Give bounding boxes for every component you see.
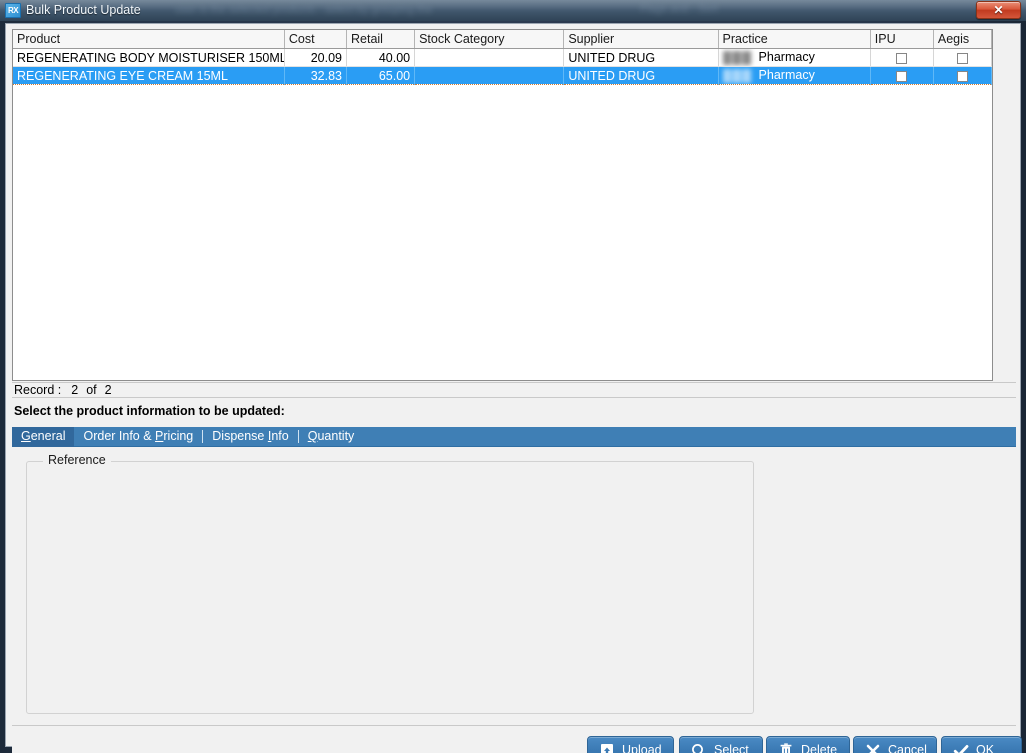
- magnifier-icon: [690, 742, 708, 753]
- cell-supplier: UNITED DRUG: [563, 48, 719, 67]
- window-client-area: Product Cost Retail Stock Category Suppl…: [5, 23, 1022, 753]
- redacted-practice-text: ███: [722, 50, 753, 65]
- aegis-checkbox[interactable]: [956, 52, 968, 64]
- window-titlebar: user is the selected products - select b…: [0, 0, 1026, 21]
- upload-button-label: Upload: [622, 743, 662, 753]
- record-current: 2: [71, 383, 79, 397]
- cell-supplier: UNITED DRUG: [563, 66, 719, 85]
- trash-icon: [777, 742, 795, 753]
- table-row[interactable]: REGENERATING EYE CREAM 15ML 32.83 65.00 …: [13, 66, 992, 85]
- cell-practice: ███ Pharmacy: [718, 66, 871, 85]
- record-total: 2: [104, 383, 112, 397]
- check-icon: [952, 742, 970, 753]
- window-frame: Product Cost Retail Stock Category Suppl…: [0, 21, 1026, 753]
- reference-groupbox-title: Reference: [43, 453, 111, 467]
- rx-icon: RX: [5, 3, 21, 18]
- x-icon: [864, 742, 882, 753]
- column-header-stock-category[interactable]: Stock Category: [414, 30, 565, 49]
- cell-aegis[interactable]: [933, 48, 992, 67]
- upload-button[interactable]: Upload: [587, 736, 674, 753]
- cell-ipu[interactable]: [870, 48, 934, 67]
- close-icon: ✕: [993, 3, 1004, 17]
- aegis-checkbox[interactable]: [956, 70, 968, 82]
- column-header-cost[interactable]: Cost: [284, 30, 348, 49]
- redacted-practice-text: ███: [722, 68, 753, 83]
- ipu-checkbox[interactable]: [896, 70, 908, 82]
- column-header-supplier[interactable]: Supplier: [563, 30, 719, 49]
- close-button[interactable]: ✕: [976, 1, 1021, 19]
- column-header-aegis[interactable]: Aegis: [933, 30, 992, 49]
- dialog-button-bar: Upload Select Delete Cancel OK: [12, 725, 1022, 753]
- page-title: Select the product information to be upd…: [14, 404, 285, 418]
- tab-bar: General Order Info & Pricing Dispense Info…: [12, 427, 1016, 447]
- upload-icon: [598, 742, 616, 753]
- product-grid[interactable]: Product Cost Retail Stock Category Suppl…: [12, 29, 993, 381]
- tab-general[interactable]: General: [12, 427, 75, 447]
- cell-product: REGENERATING BODY MOISTURISER 150ML: [13, 48, 285, 67]
- tab-order-info-pricing[interactable]: Order Info & Pricing: [74, 427, 202, 447]
- cell-practice: ███ Pharmacy: [718, 48, 871, 67]
- record-of: of: [86, 383, 97, 397]
- column-header-product[interactable]: Product: [13, 30, 285, 49]
- cell-stock-category: [414, 66, 565, 85]
- practice-label: Pharmacy: [758, 68, 815, 83]
- select-button-label: Select: [714, 743, 749, 753]
- column-header-retail[interactable]: Retail: [346, 30, 416, 49]
- bulk-product-update-window: user is the selected products - select b…: [0, 0, 1026, 753]
- cell-cost: 20.09: [284, 48, 348, 67]
- record-label: Record :: [14, 383, 62, 397]
- cancel-button-label: Cancel: [888, 743, 927, 753]
- ok-button[interactable]: OK: [941, 736, 1022, 753]
- cell-ipu[interactable]: [870, 66, 934, 85]
- cell-aegis[interactable]: [933, 66, 992, 85]
- titlebar-sheen: [0, 0, 1026, 10]
- reference-groupbox: Reference: [26, 453, 754, 714]
- select-button[interactable]: Select: [679, 736, 763, 753]
- ok-button-label: OK: [976, 743, 995, 753]
- table-header-row: Product Cost Retail Stock Category Suppl…: [13, 30, 992, 49]
- cell-stock-category: [414, 48, 565, 67]
- delete-button-label: Delete: [801, 743, 838, 753]
- tab-dispense-info[interactable]: Dispense Info: [203, 427, 297, 447]
- record-navigator: Record : 2 of 2: [12, 382, 1016, 398]
- tab-general-label-rest: eneral: [30, 429, 66, 443]
- cancel-button[interactable]: Cancel: [853, 736, 937, 753]
- cell-product: REGENERATING EYE CREAM 15ML: [13, 66, 285, 85]
- general-tab-panel: Reference Preferred Supplier Wholesaler …: [12, 447, 1016, 723]
- practice-label: Pharmacy: [758, 50, 815, 65]
- window-title: Bulk Product Update: [26, 3, 141, 17]
- cell-retail: 40.00: [346, 48, 416, 67]
- cell-cost: 32.83: [284, 66, 348, 85]
- table-row[interactable]: REGENERATING BODY MOISTURISER 150ML 20.0…: [13, 48, 992, 67]
- product-table: Product Cost Retail Stock Category Suppl…: [13, 30, 992, 85]
- ipu-checkbox[interactable]: [896, 52, 908, 64]
- delete-button[interactable]: Delete: [766, 736, 850, 753]
- cell-retail: 65.00: [346, 66, 416, 85]
- column-header-ipu[interactable]: IPU: [870, 30, 934, 49]
- tab-quantity[interactable]: Quantity: [299, 427, 364, 447]
- column-header-practice[interactable]: Practice: [718, 30, 871, 49]
